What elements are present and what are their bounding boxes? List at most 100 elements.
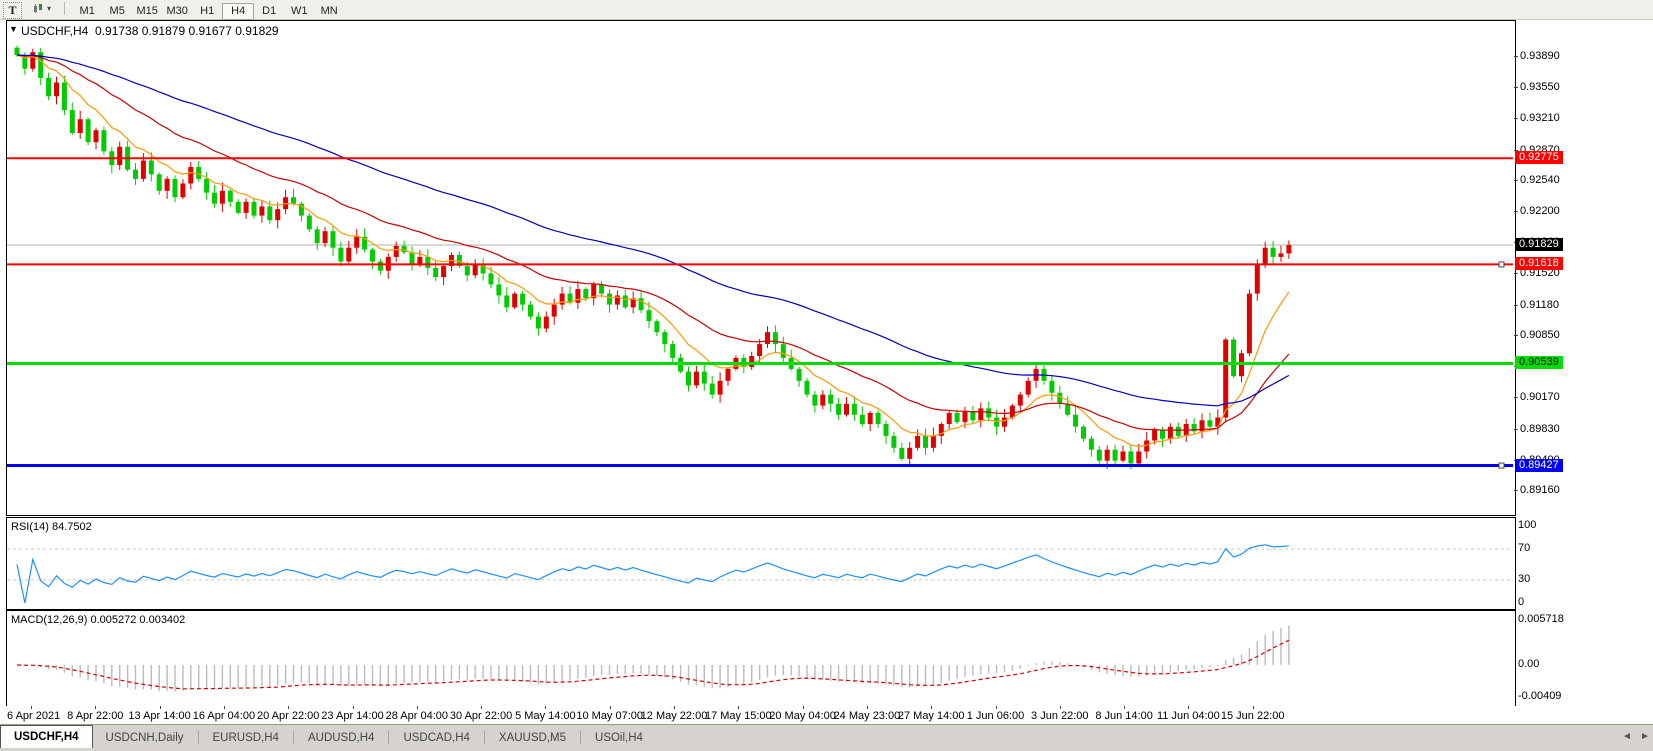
hline-price-badge: 0.89427 — [1515, 459, 1563, 472]
time-tick-mark — [31, 706, 32, 709]
time-axis-label: 13 Apr 14:00 — [128, 710, 190, 722]
chart-tab-usdcnh[interactable]: USDCNH,Daily — [93, 728, 197, 749]
time-tick-mark — [160, 706, 161, 709]
time-tick-mark — [224, 706, 225, 709]
timeframe-button-m30[interactable]: M30 — [162, 4, 192, 19]
time-axis-label: 8 Apr 22:00 — [67, 710, 123, 722]
time-axis-label: 24 May 23:00 — [834, 710, 901, 722]
time-axis-label: 20 Apr 22:00 — [257, 710, 319, 722]
chart-tab-audusd[interactable]: AUDUSD,H4 — [295, 728, 387, 749]
timeframe-button-h1[interactable]: H1 — [192, 4, 222, 19]
text-tool-button[interactable]: T — [3, 2, 22, 19]
time-axis-label: 23 Apr 14:00 — [321, 710, 383, 722]
time-axis-label: 11 Jun 04:00 — [1157, 710, 1220, 722]
time-tick-mark — [738, 706, 739, 709]
quick-trade-arrow-icon[interactable]: ▼ — [9, 24, 18, 34]
price-tick-mark — [1514, 118, 1518, 119]
tab-divider — [388, 731, 389, 744]
rsi-axis-label: 30 — [1518, 573, 1530, 585]
main-chart-pane[interactable]: ▼ USDCHF,H4 0.91738 0.91879 0.91677 0.91… — [6, 20, 1516, 516]
chart-tab-bar: USDCHF,H4USDCNH,DailyEURUSD,H4AUDUSD,H4U… — [0, 724, 1653, 751]
timeframe-button-mn[interactable]: MN — [314, 4, 344, 19]
price-tick-mark — [1514, 87, 1518, 88]
tab-scroll-left-icon[interactable]: ◄ — [1622, 731, 1632, 742]
time-axis-label: 8 Jun 14:00 — [1095, 710, 1153, 722]
price-tick-label: 0.92200 — [1520, 205, 1560, 217]
ohlc-low: 0.91677 — [188, 24, 231, 38]
time-tick-mark — [610, 706, 611, 709]
tab-divider — [580, 731, 581, 744]
time-tick-mark — [1124, 706, 1125, 709]
chart-tab-usdchf[interactable]: USDCHF,H4 — [0, 725, 93, 748]
price-tick-label: 0.90170 — [1520, 391, 1560, 403]
macd-canvas[interactable] — [7, 611, 1513, 705]
price-tick-mark — [1514, 490, 1518, 491]
price-tick-mark — [1514, 335, 1518, 336]
chart-title: USDCHF,H4 0.91738 0.91879 0.91677 0.9182… — [21, 24, 279, 38]
price-tick-mark — [1514, 397, 1518, 398]
time-tick-mark — [417, 706, 418, 709]
price-tick-mark — [1514, 180, 1518, 181]
timeframe-button-w1[interactable]: W1 — [284, 4, 314, 19]
price-tick-label: 0.93550 — [1520, 81, 1560, 93]
top-toolbar: T ▾ M1M5M15M30H1H4D1W1MN — [0, 0, 1653, 20]
price-tick-label: 0.92540 — [1520, 174, 1560, 186]
time-axis-label: 5 May 14:00 — [515, 710, 576, 722]
hline-price-badge: 0.90539 — [1515, 356, 1563, 369]
time-tick-mark — [1188, 706, 1189, 709]
tab-divider — [293, 731, 294, 744]
macd-indicator-pane[interactable]: MACD(12,26,9) 0.005272 0.003402 — [6, 610, 1516, 708]
time-axis-label: 27 May 14:00 — [898, 710, 965, 722]
time-tick-mark — [545, 706, 546, 709]
price-tick-label: 0.89830 — [1520, 423, 1560, 435]
chart-tab-usoil[interactable]: USOil,H4 — [582, 728, 656, 749]
timeframe-button-m5[interactable]: M5 — [102, 4, 132, 19]
rsi-axis-label: 70 — [1518, 542, 1530, 554]
chevron-down-icon: ▾ — [47, 4, 51, 13]
time-axis[interactable]: 6 Apr 20218 Apr 22:0013 Apr 14:0016 Apr … — [6, 706, 1653, 724]
price-tick-mark — [1514, 56, 1518, 57]
time-axis-label: 17 May 15:00 — [705, 710, 772, 722]
time-tick-mark — [1253, 706, 1254, 709]
timeframe-button-d1[interactable]: D1 — [254, 4, 284, 19]
price-tick-label: 0.89160 — [1520, 484, 1560, 496]
time-axis-label: 10 May 07:00 — [576, 710, 643, 722]
timeframe-button-m15[interactable]: M15 — [132, 4, 162, 19]
time-axis-label: 15 Jun 22:00 — [1221, 710, 1285, 722]
timeframe-button-m1[interactable]: M1 — [72, 4, 102, 19]
time-axis-label: 12 May 22:00 — [641, 710, 708, 722]
timeframe-button-h4[interactable]: H4 — [222, 3, 254, 20]
chart-tab-usdcad[interactable]: USDCAD,H4 — [390, 728, 482, 749]
objects-dropdown-button[interactable]: ▾ — [29, 1, 55, 16]
rsi-axis-label: 0 — [1518, 596, 1524, 608]
ohlc-close: 0.91829 — [235, 24, 278, 38]
candles-icon — [33, 3, 45, 14]
hline-price-badge: 0.91618 — [1515, 257, 1563, 270]
macd-axis-label: 0.005718 — [1518, 613, 1564, 625]
chart-symbol-period: USDCHF,H4 — [21, 24, 88, 38]
time-axis-label: 28 Apr 04:00 — [386, 710, 448, 722]
price-tick-mark — [1514, 305, 1518, 306]
price-tick-label: 0.91180 — [1520, 299, 1559, 311]
price-tick-mark — [1514, 273, 1518, 274]
rsi-label: RSI(14) 84.7502 — [11, 521, 92, 533]
price-tick-label: 0.93890 — [1520, 50, 1560, 62]
main-chart-canvas[interactable] — [7, 21, 1513, 513]
time-axis-label: 6 Apr 2021 — [7, 710, 60, 722]
hline-price-badge: 0.92775 — [1515, 151, 1563, 164]
chart-tab-eurusd[interactable]: EURUSD,H4 — [200, 728, 292, 749]
rsi-canvas[interactable] — [7, 518, 1513, 607]
time-tick-mark — [674, 706, 675, 709]
time-axis-label: 3 Jun 22:00 — [1031, 710, 1089, 722]
tab-divider — [198, 731, 199, 744]
price-tick-label: 0.90850 — [1520, 329, 1560, 341]
tab-scroll-right-icon[interactable]: ► — [1640, 731, 1650, 742]
current-price-badge: 0.91829 — [1515, 238, 1563, 251]
price-tick-mark — [1514, 429, 1518, 430]
time-tick-mark — [95, 706, 96, 709]
chart-tab-xauusd[interactable]: XAUUSD,M5 — [486, 728, 579, 749]
toolbar-separator — [64, 2, 65, 15]
time-tick-mark — [803, 706, 804, 709]
rsi-indicator-pane[interactable]: RSI(14) 84.7502 — [6, 517, 1516, 610]
time-tick-mark — [1060, 706, 1061, 709]
